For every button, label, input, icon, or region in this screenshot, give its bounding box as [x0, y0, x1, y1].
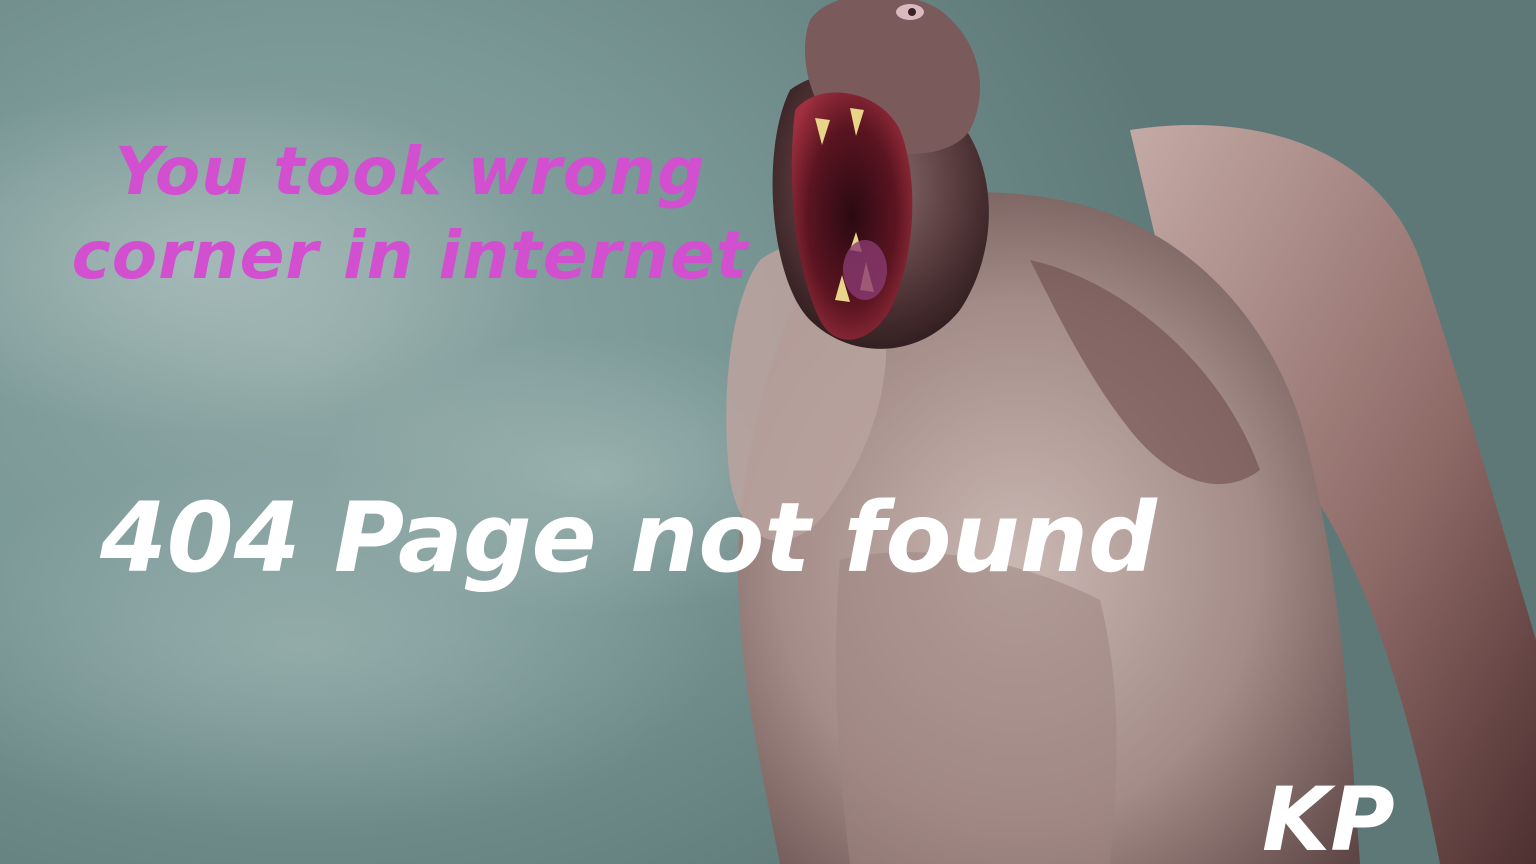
author-signature: KP	[1262, 768, 1395, 864]
roaring-ape-illustration	[726, 0, 1536, 864]
tagline-line-1: You took wrong	[114, 133, 706, 210]
error-tagline: You took wrong corner in internet	[50, 130, 770, 298]
error-headline: 404 Page not found	[100, 482, 1157, 594]
error-page: You took wrong corner in internet 404 Pa…	[0, 0, 1536, 864]
tagline-line-2: corner in internet	[71, 217, 749, 294]
